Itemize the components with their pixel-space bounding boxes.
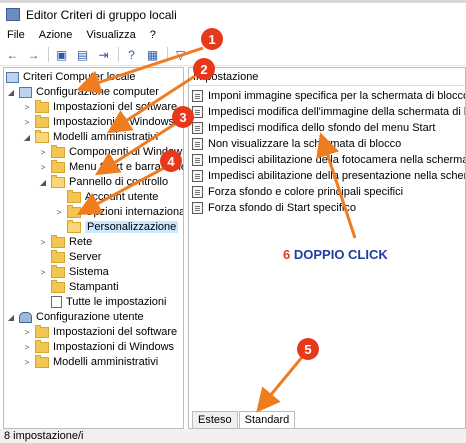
step-text: DOPPIO CLICK — [293, 247, 388, 262]
arrow-4 — [76, 166, 165, 215]
annotation-badge-5: 5 — [297, 338, 319, 360]
annotation-badge-1: 1 — [201, 28, 223, 50]
step-number: 6 — [283, 247, 291, 262]
annotation-badge-3: 3 — [172, 106, 194, 128]
annotation-badge-2: 2 — [193, 58, 215, 80]
annotation-badge-4: 4 — [160, 150, 182, 172]
annotation-step-6: 6 DOPPIO CLICK — [283, 247, 388, 262]
arrow-5 — [256, 355, 305, 413]
annotation-arrows — [76, 46, 357, 413]
arrow-6 — [316, 132, 357, 239]
